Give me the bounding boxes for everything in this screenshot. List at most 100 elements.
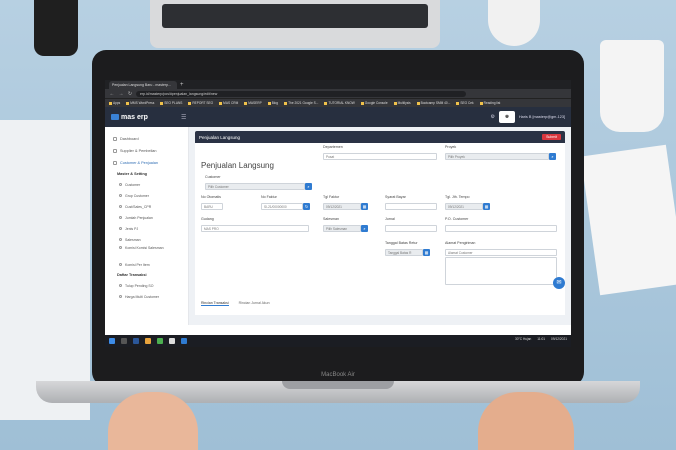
bookmark-item[interactable]: Bootcamp SMM 40...	[416, 101, 451, 105]
bookmark-item[interactable]: MMS WordPress	[126, 101, 154, 105]
browser-tab[interactable]: Penjualan Langsung Baru - masterp...	[109, 80, 177, 89]
url-bar[interactable]: erp.id/masterp/pos/#penjualan_langsung/e…	[136, 90, 466, 97]
tab-rincian-jurnal[interactable]: Rincian Jurnal Akun	[239, 301, 270, 306]
bookmark-label: Reading list	[483, 101, 501, 105]
no-faktur-field[interactable]: SI-21/00000000	[261, 203, 303, 210]
tape-dispenser	[34, 0, 78, 56]
notification-icon[interactable]: ⚙	[490, 114, 494, 120]
forward-icon[interactable]: →	[118, 91, 124, 97]
bookmark-item[interactable]: REPORT SEO	[188, 101, 213, 105]
app-icon[interactable]	[169, 338, 175, 344]
search-icon[interactable]	[121, 338, 127, 344]
bookmark-label: MAS CRM	[223, 101, 239, 105]
back-icon[interactable]: ←	[109, 91, 115, 97]
customer-search-icon[interactable]: ⌕	[305, 183, 312, 190]
proyek-label: Proyek	[445, 145, 457, 149]
proyek-search-icon[interactable]: ⌕	[549, 153, 556, 160]
bookmark-item[interactable]: Multilysis	[393, 101, 411, 105]
windows-start-icon[interactable]	[109, 338, 115, 344]
bookmark-item[interactable]: SEO PLANS	[160, 101, 182, 105]
bookmark-item[interactable]: SEO Cek	[456, 101, 474, 105]
calendar-icon[interactable]: ▦	[361, 203, 368, 210]
no-otomatis-select[interactable]: BARU	[201, 203, 223, 210]
chrome-icon[interactable]	[157, 338, 163, 344]
word-icon[interactable]	[133, 338, 139, 344]
proyek-field[interactable]: Pilih Proyek	[445, 153, 549, 160]
menu-toggle-icon[interactable]: ☰	[181, 114, 186, 121]
tgl-tempo-field[interactable]: 09/12/2021	[445, 203, 483, 210]
header-right: ⚙ ♚ Haris B [masterp@gm-123]	[490, 111, 565, 123]
sidebar-sub-item[interactable]: Cust/Sales_CPR	[105, 201, 188, 212]
bookmark-icon	[456, 101, 460, 105]
gudang-select[interactable]: MAS PRO	[201, 225, 309, 232]
sidebar-item-label: Customer & Penjualan	[120, 161, 158, 165]
weather-text[interactable]: 30°C Hujan	[515, 337, 531, 341]
bookmark-icon	[219, 101, 223, 105]
windows-taskbar: 30°C Hujan 11:01 09/12/2021	[105, 335, 571, 347]
sidebar-sub-label: Grup Customer	[125, 193, 149, 198]
alamat-select[interactable]: Alamat Customer	[445, 249, 557, 256]
sidebar-sub-item[interactable]: Komisi Komisi Salesman	[105, 245, 188, 259]
system-tray: 30°C Hujan 11:01 09/12/2021	[515, 337, 567, 341]
departemen-select[interactable]: Pusat	[323, 153, 437, 160]
sidebar-item-dashboard[interactable]: Dashboard	[105, 133, 188, 145]
sidebar-item-customer[interactable]: Customer & Penjualan	[105, 157, 188, 169]
calendar-icon[interactable]: ▦	[423, 249, 430, 256]
sidebar-sub-item[interactable]: Harga Multi Customer	[105, 291, 188, 302]
sidebar-sub-label: Cust/Sales_CPR	[125, 204, 152, 209]
reload-icon[interactable]: ↻	[127, 91, 133, 97]
tgl-faktur-field[interactable]: 09/12/2021	[323, 203, 361, 210]
app-logo[interactable]: mas erp	[111, 114, 181, 121]
sidebar-sub-item[interactable]: Jumlah Penjualan	[105, 212, 188, 223]
bookmark-item[interactable]: Apps	[109, 101, 120, 105]
bookmark-label: Bootcamp SMM 40...	[420, 101, 451, 105]
chat-icon[interactable]: ✉	[553, 277, 565, 289]
user-name[interactable]: Haris B [masterp@gm-123]	[519, 115, 565, 119]
salesman-label: Salesman	[323, 217, 339, 221]
clock-time[interactable]: 11:01	[537, 337, 545, 341]
jurnal-select[interactable]	[385, 225, 437, 232]
transaction-tabs: Rincian Transaksi Rincian Jurnal Akun	[201, 301, 270, 306]
bookmark-item[interactable]: MASERP	[244, 101, 262, 105]
bookmark-item[interactable]: Reading list	[479, 101, 501, 105]
browser-addressbar: ← → ↻ erp.id/masterp/pos/#penjualan_lang…	[105, 89, 571, 98]
alamat-textarea[interactable]	[445, 257, 557, 285]
bookmark-item[interactable]: MAS CRM	[219, 101, 238, 105]
sidebar-sub-item[interactable]: Komisi Per Item	[105, 259, 188, 270]
bookmark-item[interactable]: Blog	[267, 101, 278, 105]
sidebar-sub-item[interactable]: Customer	[105, 179, 188, 190]
customer-field[interactable]: Pilih Customer	[205, 183, 305, 190]
clock-date[interactable]: 09/12/2021	[551, 337, 567, 341]
bookmark-label: SEO Cek	[460, 101, 474, 105]
sidebar-item-supplier[interactable]: Supplier & Pembelian	[105, 145, 188, 157]
calendar-icon[interactable]: ▦	[483, 203, 490, 210]
logo-text: mas erp	[121, 113, 148, 121]
departemen-label: Departemen	[323, 145, 343, 149]
folder-icon[interactable]	[145, 338, 151, 344]
sidebar-sub-item[interactable]: Grup Customer	[105, 190, 188, 201]
sidebar-sub-item[interactable]: Tulup Pending SO	[105, 280, 188, 291]
tab-rincian-transaksi[interactable]: Rincian Transaksi	[201, 301, 229, 306]
syarat-select[interactable]	[385, 203, 437, 210]
new-tab-icon[interactable]: +	[180, 81, 184, 89]
refresh-icon[interactable]: ↻	[303, 203, 310, 210]
main-content: Penjualan Langsung Submit Penjualan Lang…	[189, 127, 571, 325]
app-icon[interactable]	[181, 338, 187, 344]
laptop-screen: Penjualan Langsung Baru - masterp... + ←…	[105, 80, 571, 347]
bookmark-label: The 2021 Google S...	[288, 101, 319, 105]
sidebar-sub-item[interactable]: Jenis PJ	[105, 223, 188, 234]
salesman-field[interactable]: Pilih Salesman	[323, 225, 361, 232]
avatar[interactable]: ♚	[498, 111, 515, 123]
bookmark-item[interactable]: Google Console	[360, 101, 388, 105]
tgl-retur-field[interactable]: Tanggal Batas R	[385, 249, 423, 256]
salesman-search-icon[interactable]: ⌕	[361, 225, 368, 232]
supplier-icon	[113, 149, 117, 153]
submit-button[interactable]: Submit	[542, 134, 561, 140]
po-customer-field[interactable]	[445, 225, 557, 232]
sidebar-sub-item[interactable]: Salesman	[105, 234, 188, 245]
bookmark-item[interactable]: The 2021 Google S...	[284, 101, 318, 105]
bookmark-item[interactable]: TUTORIAL KNOW	[324, 101, 355, 105]
bullet-icon	[119, 227, 122, 230]
panel-header: Penjualan Langsung Submit	[195, 131, 565, 143]
bullet-icon	[119, 246, 122, 249]
